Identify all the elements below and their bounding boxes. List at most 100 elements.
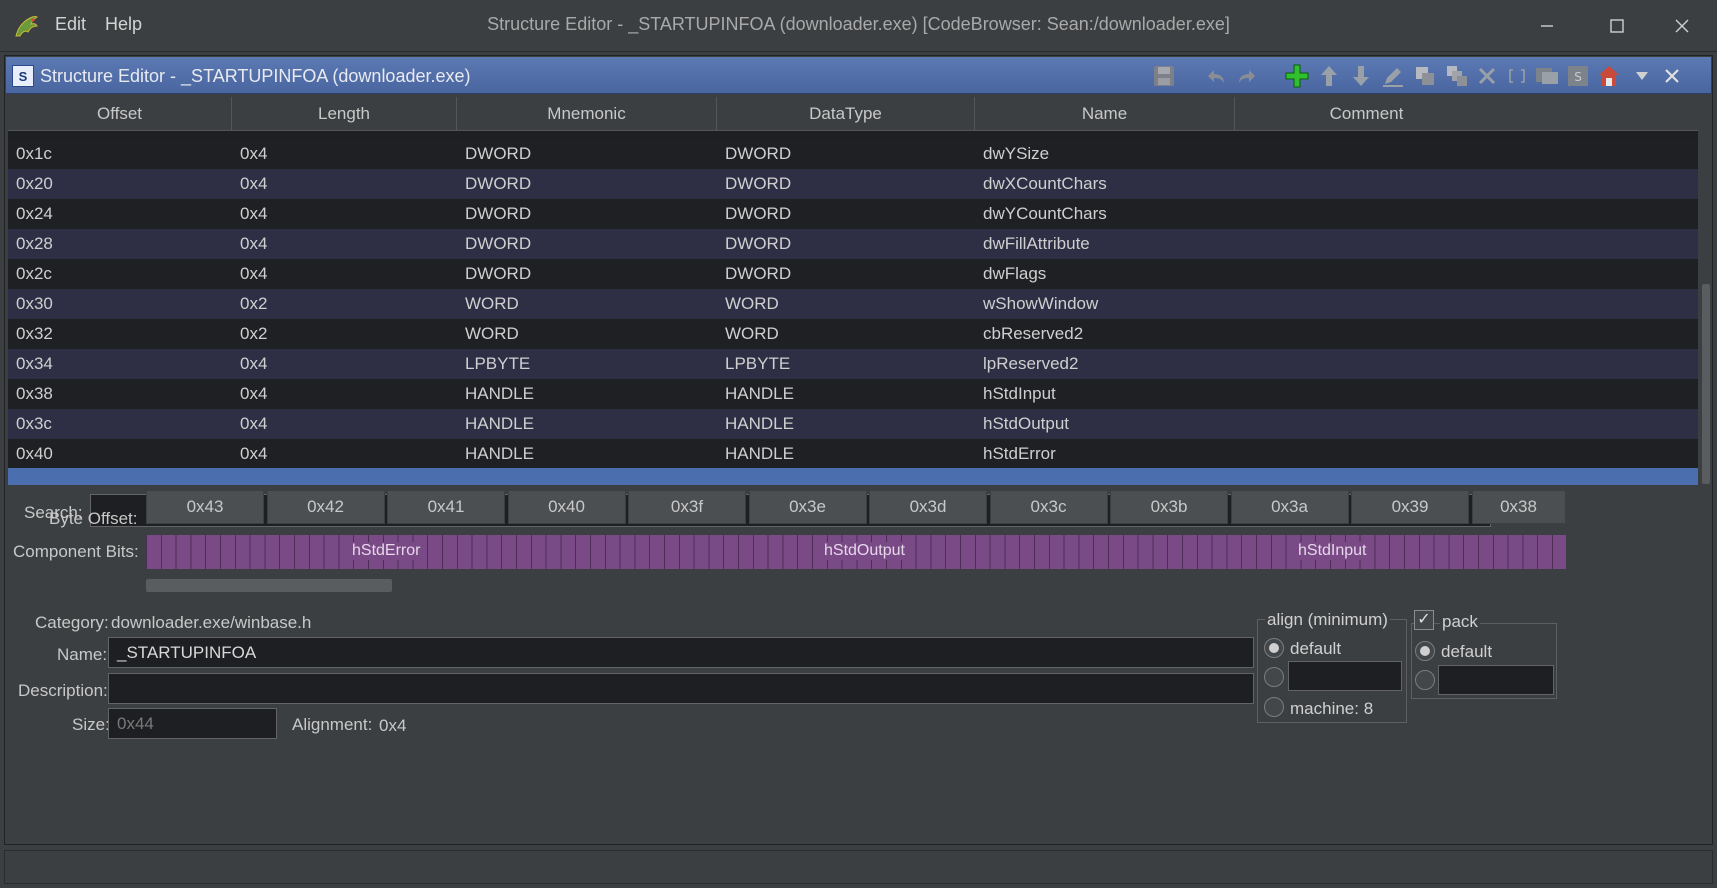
table-row[interactable]: 0x24 0x4 DWORD DWORD dwYCountChars [8, 199, 1698, 229]
cell-offset: 0x40 [16, 444, 53, 463]
byte-offset-cell: 0x3f [628, 490, 746, 524]
cell-datatype: DWORD [725, 144, 792, 163]
cell-offset: 0x34 [16, 354, 53, 373]
cell-offset: 0x2c [16, 264, 52, 283]
duplicate-icon[interactable] [1411, 62, 1439, 90]
minimize-icon[interactable] [1527, 8, 1567, 44]
size-label: Size: [72, 715, 110, 734]
maximize-icon[interactable] [1597, 8, 1637, 44]
cell-name: dwFlags [983, 264, 1047, 283]
redo-icon[interactable] [1233, 62, 1261, 90]
table-row[interactable]: 0x32 0x2 WORD WORD cbReserved2 [8, 319, 1698, 349]
size-field[interactable]: 0x44 [108, 708, 277, 739]
align-custom-field[interactable] [1288, 661, 1402, 691]
cell-offset: 0x38 [16, 384, 53, 403]
bits-component-hstdinput[interactable]: hStdInput [1296, 542, 1369, 560]
unpackage-icon[interactable]: S [1564, 62, 1592, 90]
window-titlebar: Edit Help Structure Editor - _STARTUPINF… [0, 0, 1717, 52]
category-label: Category: [35, 613, 109, 632]
column-header-name[interactable]: Name [975, 97, 1235, 131]
table-row[interactable]: 0x20 0x4 DWORD DWORD dwXCountChars [8, 169, 1698, 199]
byte-offset-cell: 0x40 [507, 490, 626, 524]
table-row[interactable]: 0x34 0x4 LPBYTE LPBYTE lpReserved2 [8, 349, 1698, 379]
cell-datatype: HANDLE [725, 414, 794, 433]
table-row[interactable]: 0x40 0x4 HANDLE HANDLE hStdError [8, 439, 1698, 469]
close-icon[interactable] [1662, 8, 1702, 44]
cell-name: dwYCountChars [983, 204, 1107, 223]
cell-name: cbReserved2 [983, 324, 1084, 343]
alignment-value: 0x4 [379, 716, 407, 735]
table-row[interactable]: 0x3c 0x4 HANDLE HANDLE hStdOutput [8, 409, 1698, 439]
table-row[interactable]: 0x30 0x2 WORD WORD wShowWindow [8, 289, 1698, 319]
pack-default-radio[interactable] [1415, 641, 1435, 661]
column-header-mnemonic[interactable]: Mnemonic [457, 97, 717, 131]
cell-offset: 0x1c [16, 144, 52, 163]
panel-header: S Structure Editor - _STARTUPINFOA (down… [6, 57, 1711, 94]
undo-icon[interactable] [1202, 62, 1230, 90]
byte-offset-cell: 0x38 [1471, 490, 1566, 524]
pack-custom-field[interactable] [1438, 665, 1554, 695]
align-default-radio[interactable] [1264, 638, 1284, 658]
bit-editor-horizontal-scrollbar[interactable] [146, 579, 392, 592]
selected-empty-row[interactable] [8, 468, 1698, 485]
byte-offset-cell: 0x41 [387, 490, 505, 524]
cell-length: 0x4 [240, 204, 268, 223]
cell-mnemonic: LPBYTE [465, 354, 531, 373]
table-row[interactable]: 0x1c 0x4 DWORD DWORD dwYSize [8, 139, 1698, 169]
table-row[interactable]: 0x2c 0x4 DWORD DWORD dwFlags [8, 259, 1698, 289]
bits-component-hstderror[interactable]: hStdError [350, 542, 423, 560]
bits-component-hstdoutput[interactable]: hStdOutput [822, 542, 907, 560]
table-row[interactable]: 0x38 0x4 HANDLE HANDLE hStdInput [8, 379, 1698, 409]
byte-offset-cell: 0x3c [989, 490, 1108, 524]
cell-length: 0x4 [240, 144, 268, 163]
scrollbar-thumb[interactable] [1702, 284, 1710, 484]
component-bits-strip[interactable]: hStdError hStdOutput hStdInput [146, 535, 1566, 569]
column-header-length[interactable]: Length [232, 97, 457, 131]
column-header-offset[interactable]: Offset [8, 97, 232, 131]
close-panel-icon[interactable] [1658, 62, 1686, 90]
align-custom-radio[interactable] [1264, 667, 1284, 687]
cell-datatype: WORD [725, 324, 779, 343]
cell-datatype: LPBYTE [725, 354, 791, 373]
byte-offset-cell: 0x43 [146, 490, 264, 524]
edit-icon[interactable] [1379, 62, 1407, 90]
structure-table[interactable]: Offset Length Mnemonic DataType Name Com… [8, 97, 1698, 485]
cell-length: 0x4 [240, 264, 268, 283]
cell-mnemonic: WORD [465, 324, 519, 343]
column-header-datatype[interactable]: DataType [717, 97, 975, 131]
show-in-datatype-manager-icon[interactable] [1595, 62, 1623, 90]
array-icon[interactable] [1503, 62, 1531, 90]
move-down-icon[interactable] [1347, 62, 1375, 90]
byte-offset-cell: 0x3d [869, 490, 987, 524]
table-vertical-scrollbar[interactable] [1700, 101, 1712, 485]
cell-mnemonic: HANDLE [465, 444, 534, 463]
add-icon[interactable] [1283, 62, 1311, 90]
table-row[interactable]: 0x28 0x4 DWORD DWORD dwFillAttribute [8, 229, 1698, 259]
cell-offset: 0x20 [16, 174, 53, 193]
save-icon[interactable] [1150, 62, 1178, 90]
panel-title: Structure Editor - _STARTUPINFOA (downlo… [40, 66, 471, 86]
description-label: Description: [18, 681, 108, 700]
cell-mnemonic: HANDLE [465, 384, 534, 403]
cell-datatype: DWORD [725, 234, 792, 253]
name-field[interactable]: _STARTUPINFOA [108, 637, 1254, 668]
delete-icon[interactable] [1473, 62, 1501, 90]
structure-icon: S [12, 65, 34, 87]
create-struct-icon[interactable] [1533, 62, 1561, 90]
pack-checkbox[interactable]: ✓ [1414, 610, 1434, 630]
align-machine-radio[interactable] [1264, 697, 1284, 717]
byte-offset-label: Byte Offset: [49, 509, 138, 528]
pack-custom-radio[interactable] [1415, 670, 1435, 690]
structure-editor-panel: S Structure Editor - _STARTUPINFOA (down… [4, 55, 1713, 845]
description-field[interactable] [108, 673, 1254, 704]
move-up-icon[interactable] [1315, 62, 1343, 90]
svg-text:S: S [1574, 70, 1582, 84]
menu-dropdown-icon[interactable] [1628, 62, 1656, 90]
cell-mnemonic: DWORD [465, 234, 532, 253]
alignment-label: Alignment: [292, 715, 373, 734]
cell-name: wShowWindow [983, 294, 1099, 313]
duplicate-multiple-icon[interactable] [1443, 62, 1471, 90]
name-label: Name: [57, 645, 108, 664]
column-header-comment[interactable]: Comment [1235, 97, 1498, 131]
cell-datatype: DWORD [725, 264, 792, 283]
